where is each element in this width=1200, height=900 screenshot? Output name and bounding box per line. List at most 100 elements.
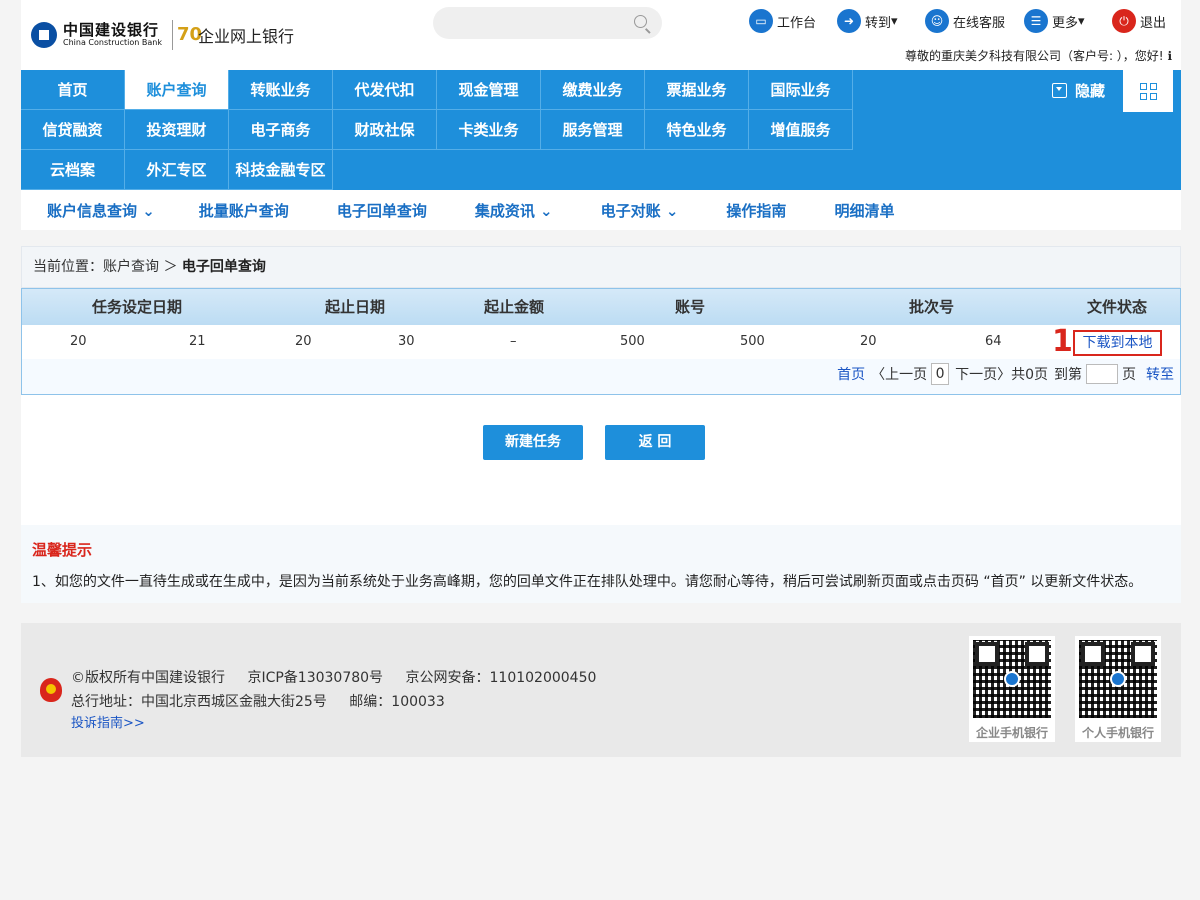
cell-batch-a: 20 xyxy=(860,334,877,349)
nav-item-17[interactable]: 外汇专区 xyxy=(125,150,229,190)
download-local-link[interactable]: 下载到本地 xyxy=(1073,330,1162,356)
nav-item-18[interactable]: 科技金融专区 xyxy=(229,150,333,190)
tips-title: 温馨提示 xyxy=(32,541,93,559)
nav-item-14[interactable]: 特色业务 xyxy=(645,110,749,150)
icp-text[interactable]: 京ICP备13030780号 xyxy=(247,670,383,686)
back-button[interactable]: 返 回 xyxy=(605,425,705,460)
nav-item-5[interactable]: 缴费业务 xyxy=(541,70,645,110)
col-task-date: 任务设定日期 xyxy=(92,298,183,316)
hide-nav-label: 隐藏 xyxy=(1075,82,1106,100)
greeting-message: 尊敬的重庆美夕科技有限公司（客户号: ），您好! xyxy=(904,49,1164,63)
col-account: 账号 xyxy=(675,298,706,316)
search-input[interactable] xyxy=(433,7,662,39)
nav-item-15[interactable]: 增值服务 xyxy=(749,110,853,150)
cell-account-b: 500 xyxy=(740,334,765,349)
personal-mobile-label: 个人手机银行 xyxy=(1081,726,1154,740)
prev-page-link[interactable]: 〈上一页 xyxy=(871,364,927,384)
pagination: 首页 〈上一页 0 下一页〉共0页 到第 页 转至 xyxy=(837,363,1174,385)
tips-text: 1、如您的文件一直待生成或在生成中，是因为当前系统处于业务高峰期，您的回单文件正… xyxy=(32,574,1143,590)
address-text: 总行地址：中国北京西城区金融大街25号 xyxy=(71,694,327,710)
postcode-text: 邮编：100033 xyxy=(349,694,445,710)
chevron-down-icon: ▾ xyxy=(1078,13,1085,29)
personal-mobile-qr[interactable]: 个人手机银行 xyxy=(1075,636,1161,742)
col-batch-no: 批次号 xyxy=(909,298,955,316)
subnav-batch-account[interactable]: 批量账户查询 xyxy=(199,200,289,221)
action-area: 新建任务 返 回 xyxy=(21,395,1181,525)
corporate-mobile-label: 企业手机银行 xyxy=(975,726,1048,740)
footer-line-1: ©版权所有中国建设银行 京ICP备13030780号 京公网安备：1101020… xyxy=(71,667,596,687)
online-service-label: 在线客服 xyxy=(953,15,1006,31)
logout-button[interactable]: ⏻ 退出 xyxy=(1112,8,1166,34)
sub-nav: 账户信息查询 ⌄ 批量账户查询 电子回单查询 集成资讯 ⌄ 电子对账 ⌄ 操作指… xyxy=(21,190,1181,230)
current-page: 0 xyxy=(931,363,950,385)
workbench-button[interactable]: ▭ 工作台 xyxy=(749,8,816,34)
goto-page-button[interactable]: 转至 xyxy=(1146,364,1174,384)
goto-prefix: 到第 xyxy=(1054,367,1082,383)
more-label: 更多 xyxy=(1052,15,1079,31)
first-page-link[interactable]: 首页 xyxy=(837,364,865,384)
police-record-text[interactable]: 京公网安备：110102000450 xyxy=(406,670,597,686)
anniversary-logo-icon: 70 xyxy=(171,20,202,50)
nav-item-11[interactable]: 财政社保 xyxy=(333,110,437,150)
complaint-guide-link[interactable]: 投诉指南>> xyxy=(71,712,145,731)
bank-logo[interactable]: 中国建设银行 China Construction Bank 70 企业网上银行 xyxy=(31,18,294,52)
subnav-account-info[interactable]: 账户信息查询 ⌄ xyxy=(47,200,155,221)
main-nav: 首页 账户查询 转账业务 代发代扣 现金管理 缴费业务 票据业务 国际业务信贷融资 投资理财 电子… xyxy=(21,70,1181,190)
bank-name-cn: 中国建设银行 xyxy=(63,21,160,39)
info-icon[interactable]: ℹ xyxy=(1167,49,1172,63)
subnav-detail-list[interactable]: 明细清单 xyxy=(834,200,894,221)
search-icon[interactable] xyxy=(634,15,647,28)
tips-panel: 温馨提示 1、如您的文件一直待生成或在生成中，是因为当前系统处于业务高峰期，您的… xyxy=(21,525,1181,603)
qr-code-icon xyxy=(973,640,1051,718)
goto-button[interactable]: ➜ 转到 ▾ xyxy=(837,8,898,34)
online-service-button[interactable]: ☺ 在线客服 xyxy=(925,8,1005,34)
subnav-e-receipt[interactable]: 电子回单查询 xyxy=(337,200,427,221)
subnav-guide[interactable]: 操作指南 xyxy=(726,200,786,221)
cell-batch-b: 64 xyxy=(985,334,1002,349)
goto-label: 转到 xyxy=(865,15,892,31)
more-icon: ☰ xyxy=(1024,9,1048,33)
new-task-button[interactable]: 新建任务 xyxy=(483,425,583,460)
corporate-mobile-qr[interactable]: 企业手机银行 xyxy=(969,636,1055,742)
next-page-link[interactable]: 下一页〉共0页 xyxy=(955,364,1048,384)
nav-item-1[interactable]: 账户查询 xyxy=(125,70,229,110)
col-amount-range: 起止金额 xyxy=(484,298,545,316)
nav-item-8[interactable]: 信贷融资 xyxy=(21,110,125,150)
forward-icon: ➜ xyxy=(837,9,861,33)
cell-amount: – xyxy=(510,334,517,349)
nav-item-6[interactable]: 票据业务 xyxy=(645,70,749,110)
breadcrumb-current: 电子回单查询 xyxy=(181,259,266,275)
hide-nav-button[interactable]: 隐藏 xyxy=(1052,80,1105,101)
nav-item-9[interactable]: 投资理财 xyxy=(125,110,229,150)
breadcrumb: 当前位置：账户查询 ＞ 电子回单查询 xyxy=(21,246,1181,288)
nav-item-4[interactable]: 现金管理 xyxy=(437,70,541,110)
goto-suffix: 页 xyxy=(1122,367,1136,383)
step-marker: 1 xyxy=(1052,324,1073,359)
chevron-down-icon: ▾ xyxy=(891,13,898,29)
monitor-icon: ▭ xyxy=(749,9,773,33)
col-file-status: 文件状态 xyxy=(1087,298,1148,316)
nav-item-10[interactable]: 电子商务 xyxy=(229,110,333,150)
cell-task-date-start: 20 xyxy=(70,334,87,349)
nav-item-7[interactable]: 国际业务 xyxy=(749,70,853,110)
receipt-table: 任务设定日期 起止日期 起止金额 账号 批次号 文件状态 20 21 20 30… xyxy=(21,288,1181,395)
bank-name-en: China Construction Bank xyxy=(63,38,162,47)
cell-task-date-end: 21 xyxy=(189,334,206,349)
nav-item-2[interactable]: 转账业务 xyxy=(229,70,333,110)
cell-account-a: 500 xyxy=(620,334,645,349)
copyright-text: ©版权所有中国建设银行 xyxy=(71,670,225,686)
nav-item-3[interactable]: 代发代扣 xyxy=(333,70,437,110)
product-title: 企业网上银行 xyxy=(197,27,294,46)
footer-line-2: 总行地址：中国北京西城区金融大街25号 邮编：100033 xyxy=(71,691,445,711)
menu-grid-button[interactable] xyxy=(1123,70,1173,112)
collapse-icon xyxy=(1052,83,1067,98)
subnav-e-reconciliation[interactable]: 电子对账 ⌄ xyxy=(601,200,679,221)
nav-item-0[interactable]: 首页 xyxy=(21,70,125,110)
nav-item-13[interactable]: 服务管理 xyxy=(541,110,645,150)
nav-item-16[interactable]: 云档案 xyxy=(21,150,125,190)
subnav-integrated-info[interactable]: 集成资讯 ⌄ xyxy=(475,200,553,221)
main-nav-grid: 首页 账户查询 转账业务 代发代扣 现金管理 缴费业务 票据业务 国际业务信贷融资 投资理财 电子… xyxy=(21,70,853,190)
nav-item-12[interactable]: 卡类业务 xyxy=(437,110,541,150)
page-number-input[interactable] xyxy=(1086,364,1118,384)
more-button[interactable]: ☰ 更多 ▾ xyxy=(1024,8,1085,34)
